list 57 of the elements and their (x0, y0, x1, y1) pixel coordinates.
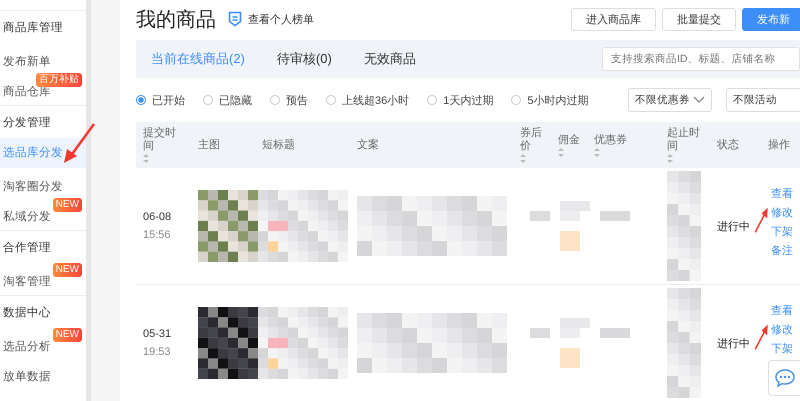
tab[interactable]: 无效商品 (364, 50, 416, 68)
sidebar-item[interactable]: 放单数据 (0, 365, 54, 389)
sidebar-item[interactable]: 淘客管理 (0, 270, 54, 294)
column-header: 状态 (717, 138, 739, 152)
chat-button[interactable] (768, 360, 800, 396)
column-header: 起止时间 (667, 127, 701, 153)
filter-radio[interactable]: 上线超36小时 (326, 92, 410, 108)
new-badge: 百万补贴 (36, 73, 82, 87)
time-cell-text: 19:53 (143, 345, 172, 360)
sort-icon[interactable] (520, 154, 526, 163)
dropdown[interactable]: 不限优惠券 (628, 88, 712, 112)
annotation-arrow-icon (754, 206, 769, 234)
sort-icon[interactable] (594, 148, 600, 156)
chevron-down-icon (693, 96, 705, 104)
new-badge: NEW (52, 328, 82, 342)
filter-radio[interactable]: 已开始 (136, 92, 185, 108)
sort-icon[interactable] (667, 154, 673, 163)
sidebar-heading: 商品库管理 (2, 20, 64, 36)
sort-icon[interactable] (558, 148, 564, 156)
sidebar-item[interactable]: 选品分析 (0, 335, 54, 359)
status-cell-text: 进行中 (717, 336, 751, 350)
filter-radio[interactable]: 5小时内过期 (511, 92, 588, 108)
chat-icon (774, 368, 796, 388)
filter-radio[interactable]: 预告 (270, 92, 308, 108)
sidebar-item[interactable]: 私域分发 (0, 205, 54, 229)
column-header: 主图 (198, 138, 220, 152)
sidebar-heading: 分发管理 (2, 116, 52, 131)
column-header: 提交时间 (143, 127, 177, 153)
filter-radio[interactable]: 已隐藏 (203, 92, 252, 108)
page-title: 我的商品 (136, 8, 216, 32)
column-header: 佣金 (558, 134, 580, 146)
header-button[interactable]: 批量提交 (662, 8, 736, 30)
column-header: 短标题 (262, 138, 295, 152)
column-header: 券后价 (520, 127, 543, 153)
sidebar-heading: 合作管理 (2, 240, 52, 256)
column-header: 文案 (357, 138, 379, 152)
new-badge: NEW (52, 198, 82, 212)
time-cell-text: 15:56 (143, 228, 172, 243)
sidebar-item[interactable]: 淘客圈分发 (0, 175, 66, 199)
column-header: 优惠券 (594, 134, 627, 146)
sidebar-item[interactable]: 发布新单 (0, 50, 54, 74)
new-badge: NEW (52, 263, 82, 277)
search-field[interactable]: 支持搜索商品ID、标题、店铺名称 (602, 47, 800, 71)
status-cell-text: 进行中 (717, 220, 751, 234)
shield-icon (228, 11, 242, 27)
date-cell-text: 05-31 (143, 327, 172, 342)
sidebar-heading: 数据中心 (2, 305, 52, 321)
annotation-arrow-icon (62, 122, 96, 164)
column-header: 操作 (768, 138, 790, 152)
header-button[interactable]: 进入商品库 (571, 8, 656, 30)
annotation-arrow-icon (754, 323, 769, 351)
date-cell-text: 06-08 (143, 210, 172, 225)
tab[interactable]: 待审核(0) (276, 50, 332, 68)
ranking-link[interactable]: 查看个人榜单 (248, 12, 314, 26)
filter-radio[interactable]: 1天内过期 (427, 92, 494, 108)
sort-icon[interactable] (143, 154, 149, 163)
dropdown[interactable]: 不限活动 (726, 88, 800, 112)
